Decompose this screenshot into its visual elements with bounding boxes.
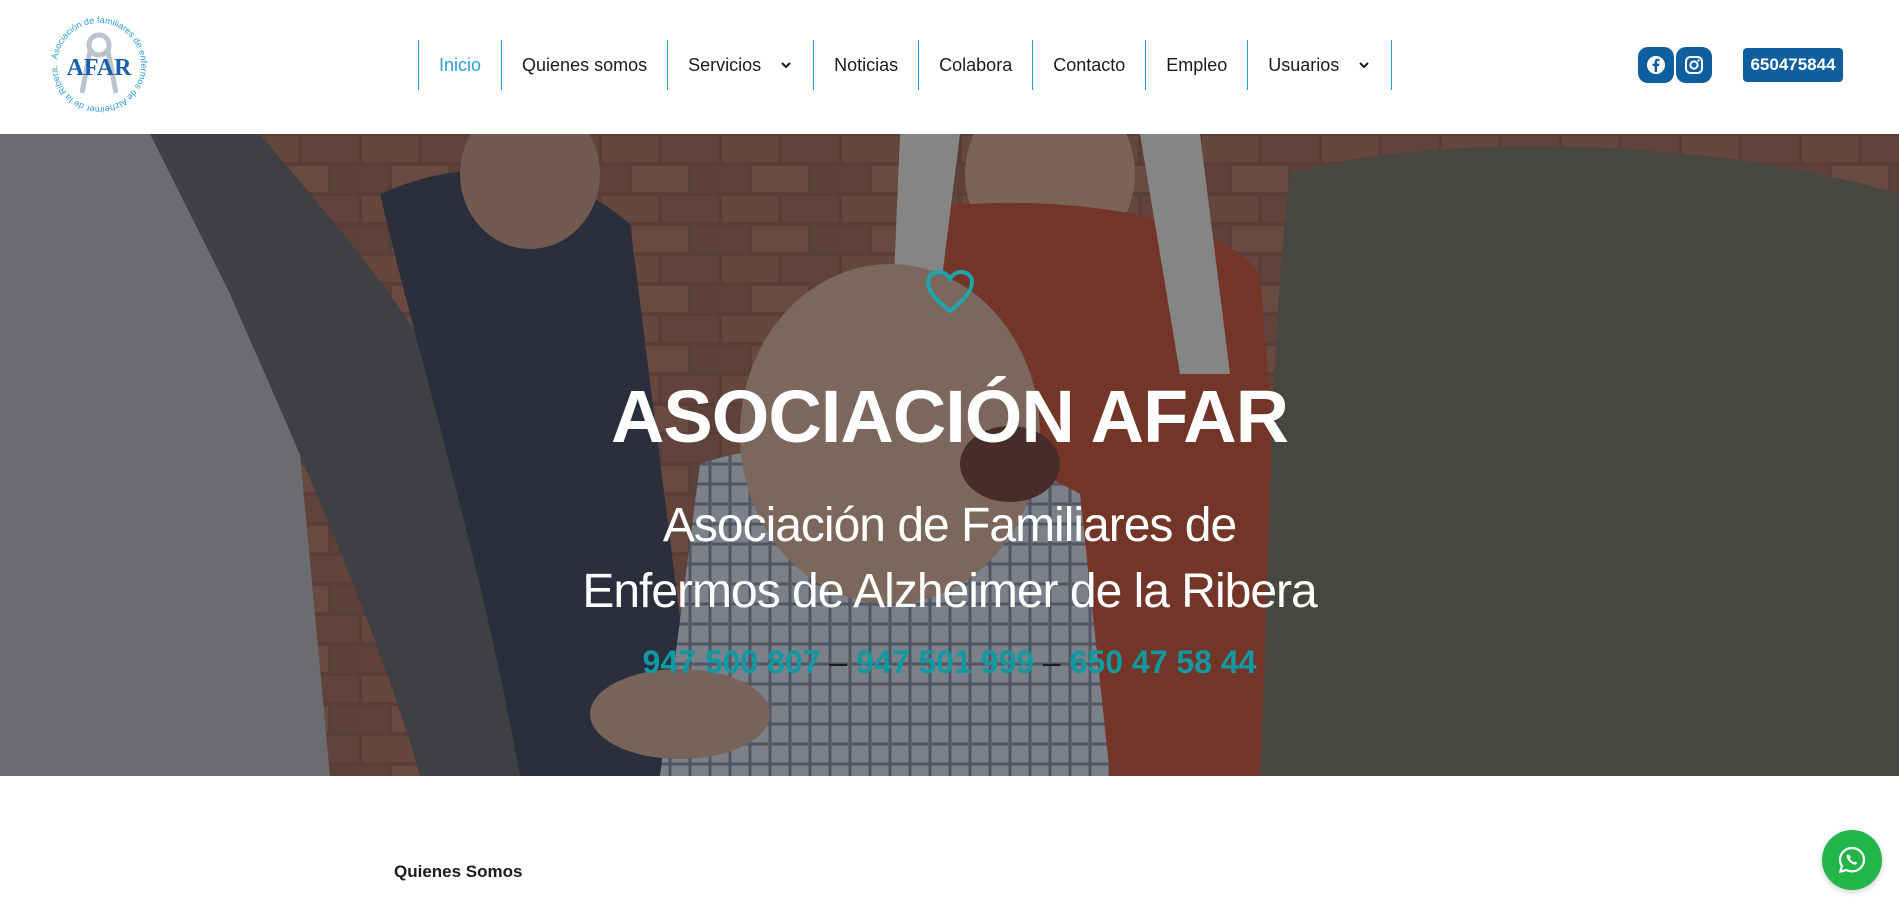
chevron-down-icon	[781, 62, 791, 69]
site-header: Asociación de familiares de enfermos de …	[0, 0, 1899, 134]
hero-subtitle-line1: Asociación de Familiares de	[662, 499, 1237, 552]
instagram-button[interactable]	[1676, 47, 1712, 83]
heart-icon	[925, 269, 975, 314]
main-nav: Inicio Quienes somos Servicios Noticias …	[418, 40, 1393, 90]
nav-item-usuarios[interactable]: Usuarios	[1247, 40, 1393, 90]
nav-label: Noticias	[834, 54, 899, 75]
nav-item-contacto[interactable]: Contacto	[1032, 40, 1145, 90]
afar-logo[interactable]: Asociación de familiares de enfermos de …	[46, 13, 152, 117]
nav-label: Inicio	[439, 54, 482, 75]
nav-label: Colabora	[939, 54, 1013, 75]
header-phone-button[interactable]: 650475844	[1743, 48, 1843, 82]
nav-item-inicio[interactable]: Inicio	[418, 40, 501, 90]
facebook-button[interactable]	[1638, 47, 1674, 83]
hero-subtitle-line2: Enfermos de Alzheimer de la Ribera	[582, 565, 1317, 618]
hero-title: ASOCIACIÓN AFAR	[610, 375, 1289, 458]
nav-item-quienes-somos[interactable]: Quienes somos	[501, 40, 667, 90]
nav-item-noticias[interactable]: Noticias	[813, 40, 918, 90]
svg-text:AFAR: AFAR	[67, 55, 133, 81]
nav-label: Usuarios	[1268, 54, 1340, 75]
whatsapp-button[interactable]	[1822, 830, 1882, 890]
chevron-down-icon	[1359, 62, 1370, 69]
nav-label: Contacto	[1053, 54, 1126, 75]
instagram-icon	[1685, 56, 1703, 74]
hero-banner: ASOCIACIÓN AFAR Asociación de Familiares…	[0, 134, 1899, 776]
nav-label: Quienes somos	[522, 54, 648, 75]
nav-item-colabora[interactable]: Colabora	[918, 40, 1032, 90]
hero-phone-numbers: 947 500 807 – 947 501 999 – 650 47 58 44	[0, 644, 1899, 681]
phone-link-3[interactable]: 650 47 58 44	[1070, 644, 1257, 680]
phone-link-2[interactable]: 947 501 999	[856, 644, 1034, 680]
nav-label: Empleo	[1166, 54, 1228, 75]
section-heading-quienes-somos: Quienes Somos	[394, 862, 523, 881]
phone-separator: –	[829, 644, 848, 680]
whatsapp-icon	[1838, 846, 1866, 874]
phone-link-1[interactable]: 947 500 807	[643, 644, 821, 680]
nav-item-empleo[interactable]: Empleo	[1145, 40, 1247, 90]
nav-item-servicios[interactable]: Servicios	[667, 40, 813, 90]
nav-label: Servicios	[688, 54, 762, 75]
facebook-icon	[1647, 56, 1665, 74]
phone-separator: –	[1042, 644, 1061, 680]
